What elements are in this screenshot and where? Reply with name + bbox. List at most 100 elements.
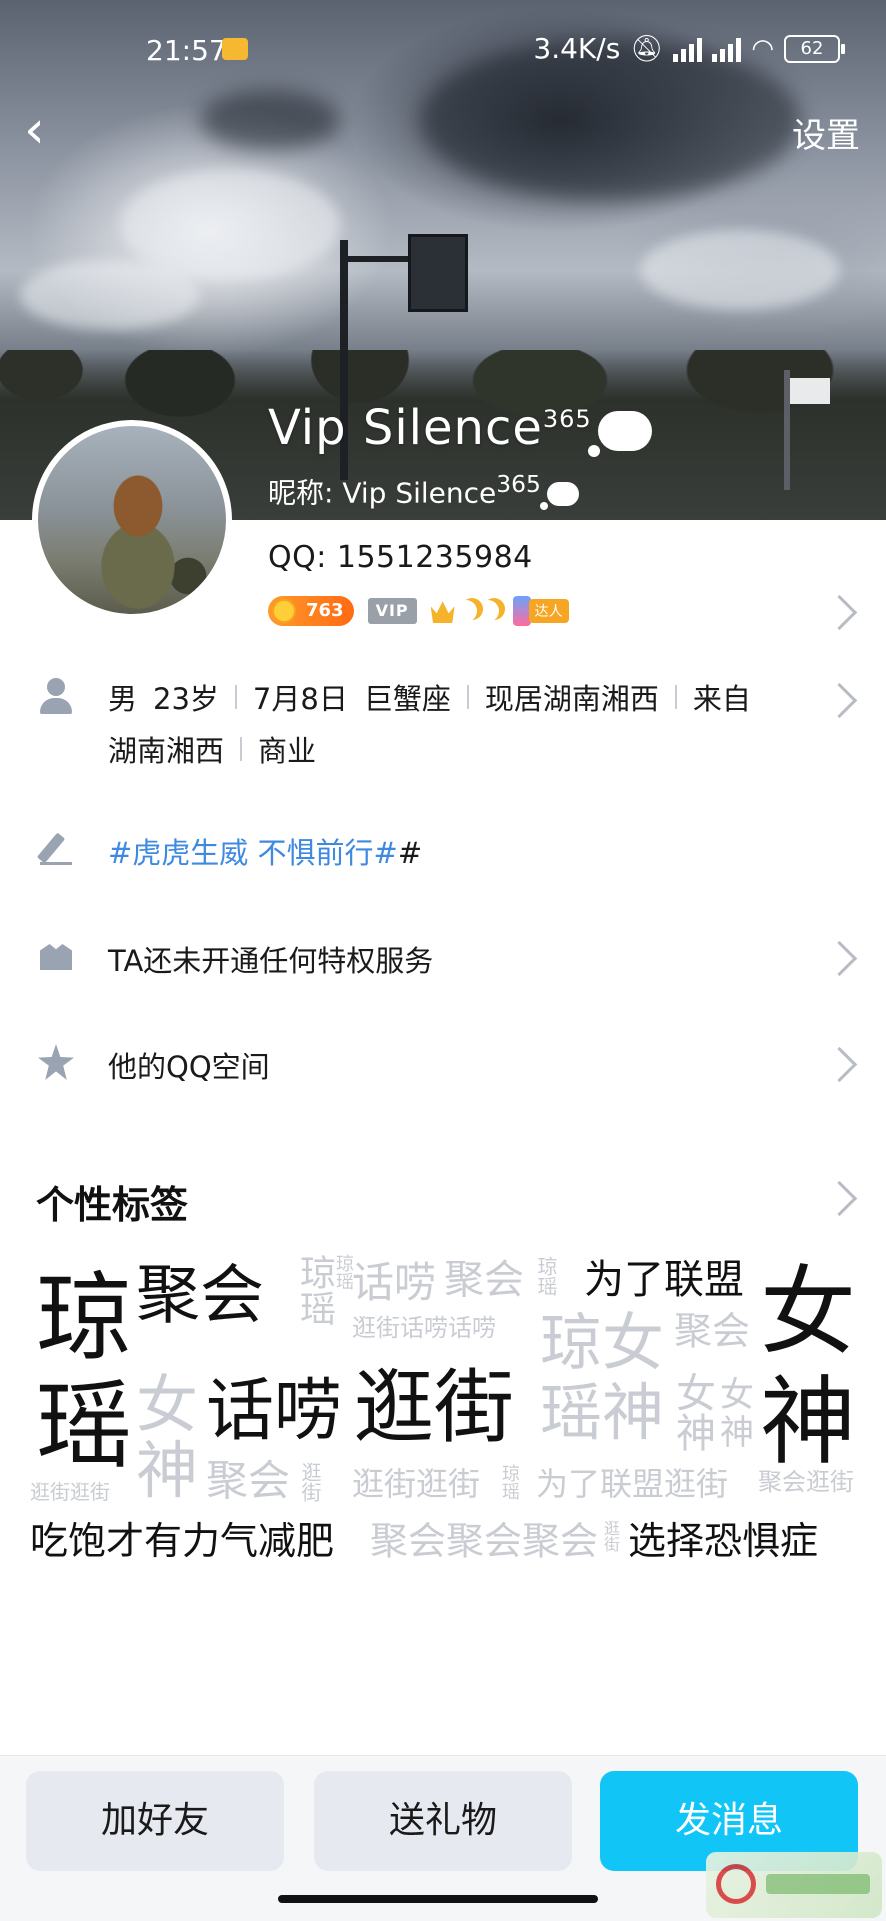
level-coin-badge: 763 xyxy=(268,596,354,626)
signature-trailing: # xyxy=(397,836,423,870)
tag-word: 逛街话唠话唠 xyxy=(352,1314,496,1342)
tag-word: 话唠 xyxy=(352,1258,437,1307)
tag-word: 为了联盟 xyxy=(584,1257,744,1303)
road-sign xyxy=(408,234,468,312)
gender: 男 xyxy=(108,682,138,716)
settings-button[interactable]: 设置 xyxy=(792,108,860,157)
tag-word: 逛街 xyxy=(298,1462,322,1502)
battery-icon: 62 xyxy=(784,34,845,63)
level-icons xyxy=(430,599,499,623)
basic-info-line-2: 湖南湘西 商业 xyxy=(108,728,316,770)
avatar[interactable] xyxy=(32,420,232,620)
crown-icon xyxy=(430,601,455,623)
tag-word: 女 xyxy=(760,1256,856,1368)
hd-signal-icon xyxy=(673,36,703,62)
chevron-right-icon xyxy=(821,1046,858,1083)
moon-icon xyxy=(477,600,499,622)
zodiac: 巨蟹座 xyxy=(363,682,451,716)
tag-word: 神 xyxy=(136,1434,199,1507)
nickname-superscript: 365 xyxy=(496,470,541,498)
mute-icon: 🔕︎ xyxy=(630,33,664,64)
chevron-right-icon[interactable] xyxy=(821,1180,858,1217)
tag-word: 逛街 xyxy=(601,1520,620,1552)
status-bar: 21:57 3.4K/s 🔕︎ ◠ 62 xyxy=(0,0,886,100)
send-gift-button[interactable]: 送礼物 xyxy=(314,1771,572,1871)
divider xyxy=(674,685,677,709)
mail-icon xyxy=(222,38,248,60)
signature: #虎虎生威 不惧前行## xyxy=(108,830,422,872)
basic-info-line-1: 男 23岁 7月8日 巨蟹座 现居湖南湘西 来自 xyxy=(108,676,751,718)
display-name: Vip Silence365 xyxy=(268,400,652,457)
qzone-star-icon xyxy=(38,1044,74,1080)
tag-word: 女 xyxy=(136,1368,199,1441)
thought-bubble-icon xyxy=(587,411,652,457)
tag-word: 为了联盟逛街 xyxy=(536,1465,729,1503)
person-icon xyxy=(38,678,74,714)
industry: 商业 xyxy=(258,734,317,768)
thought-bubble-icon xyxy=(539,482,579,511)
residence: 现居湖南湘西 xyxy=(484,682,659,716)
tag-word: 琼瑶 xyxy=(294,1254,335,1326)
hometown-prefix: 来自 xyxy=(692,682,751,716)
status-time: 21:57 xyxy=(146,34,227,67)
watermark-logo xyxy=(706,1852,882,1918)
tag-word: 选择恐惧症 xyxy=(628,1519,819,1563)
tag-word: 吃饱才有力气减肥 xyxy=(30,1519,335,1563)
tag-word-cloud[interactable]: 琼 瑶 聚会 琼瑶 琼瑶 话唠 聚会 琼瑶 为了联盟 女 神 逛街话唠话唠 琼女… xyxy=(30,1250,860,1580)
tag-word: 女神 xyxy=(669,1372,715,1452)
privilege-row[interactable]: TA还未开通任何特权服务 xyxy=(0,934,886,984)
sign-arm xyxy=(340,256,410,262)
add-friend-button[interactable]: 加好友 xyxy=(26,1771,284,1871)
chevron-left-icon[interactable]: ‹ xyxy=(24,100,74,160)
chevron-right-icon xyxy=(821,940,858,977)
basic-info-row[interactable]: 男 23岁 7月8日 巨蟹座 现居湖南湘西 来自 湖南湘西 商业 xyxy=(0,670,886,780)
tag-word: 瑶 xyxy=(36,1370,132,1482)
cloud-shape xyxy=(640,230,840,310)
badge-row[interactable]: 763 VIP 达人 xyxy=(268,594,569,628)
tag-word: 神 xyxy=(720,1413,754,1453)
tag-word: 琼瑶 xyxy=(499,1464,520,1500)
nickname-text: Vip Silence xyxy=(342,476,497,510)
tag-word: 话唠 xyxy=(206,1372,343,1451)
display-name-superscript: 365 xyxy=(542,405,592,433)
cloud-shape xyxy=(20,260,200,330)
age: 23岁 xyxy=(153,682,219,716)
divider xyxy=(240,737,243,761)
nickname: 昵称: Vip Silence365 xyxy=(268,470,579,511)
qq-number: QQ: 1551235984 xyxy=(268,540,533,575)
status-icons: 3.4K/s 🔕︎ ◠ 62 xyxy=(533,32,845,65)
vip-badge: VIP xyxy=(367,598,417,624)
chevron-right-icon xyxy=(821,682,858,719)
tag-word: 聚会 xyxy=(136,1259,264,1333)
signature-text: #虎虎生威 不惧前行# xyxy=(108,836,398,870)
vip-crown-icon xyxy=(38,938,74,974)
divider xyxy=(234,685,237,709)
tag-word: 神 xyxy=(760,1366,856,1478)
moon-icon xyxy=(455,600,477,622)
phone-icon xyxy=(512,596,531,626)
privilege-text: TA还未开通任何特权服务 xyxy=(108,944,434,978)
tag-word: 琼瑶 xyxy=(333,1254,354,1290)
tag-word: 聚会逛街 xyxy=(758,1468,854,1496)
tag-word: 琼瑶 xyxy=(534,1256,558,1296)
tag-word: 琼 xyxy=(36,1262,132,1374)
chevron-right-icon[interactable] xyxy=(821,594,858,631)
road-sign xyxy=(790,378,830,404)
home-indicator[interactable] xyxy=(278,1895,598,1903)
tags-section-title: 个性标签 xyxy=(36,1183,189,1227)
qzone-row[interactable]: 他的QQ空间 xyxy=(0,1040,886,1090)
tag-word: 逛街逛街 xyxy=(30,1480,110,1504)
tag-word: 聚会 xyxy=(206,1456,291,1505)
tag-word: 聚会 xyxy=(674,1309,751,1353)
hd-signal-icon xyxy=(712,36,742,62)
nickname-prefix: 昵称: xyxy=(268,476,343,510)
birthday: 7月8日 xyxy=(252,682,348,716)
tag-word: 聚会 xyxy=(444,1257,524,1303)
display-name-text: Vip Silence xyxy=(268,400,543,456)
daren-label: 达人 xyxy=(528,599,569,623)
tag-word: 逛街 xyxy=(354,1361,514,1454)
tag-word: 聚会聚会聚会 xyxy=(370,1519,599,1563)
qq-number-value: 1551235984 xyxy=(336,540,533,575)
signature-row[interactable]: #虎虎生威 不惧前行## xyxy=(0,826,886,876)
tag-word: 琼女 xyxy=(540,1306,665,1379)
